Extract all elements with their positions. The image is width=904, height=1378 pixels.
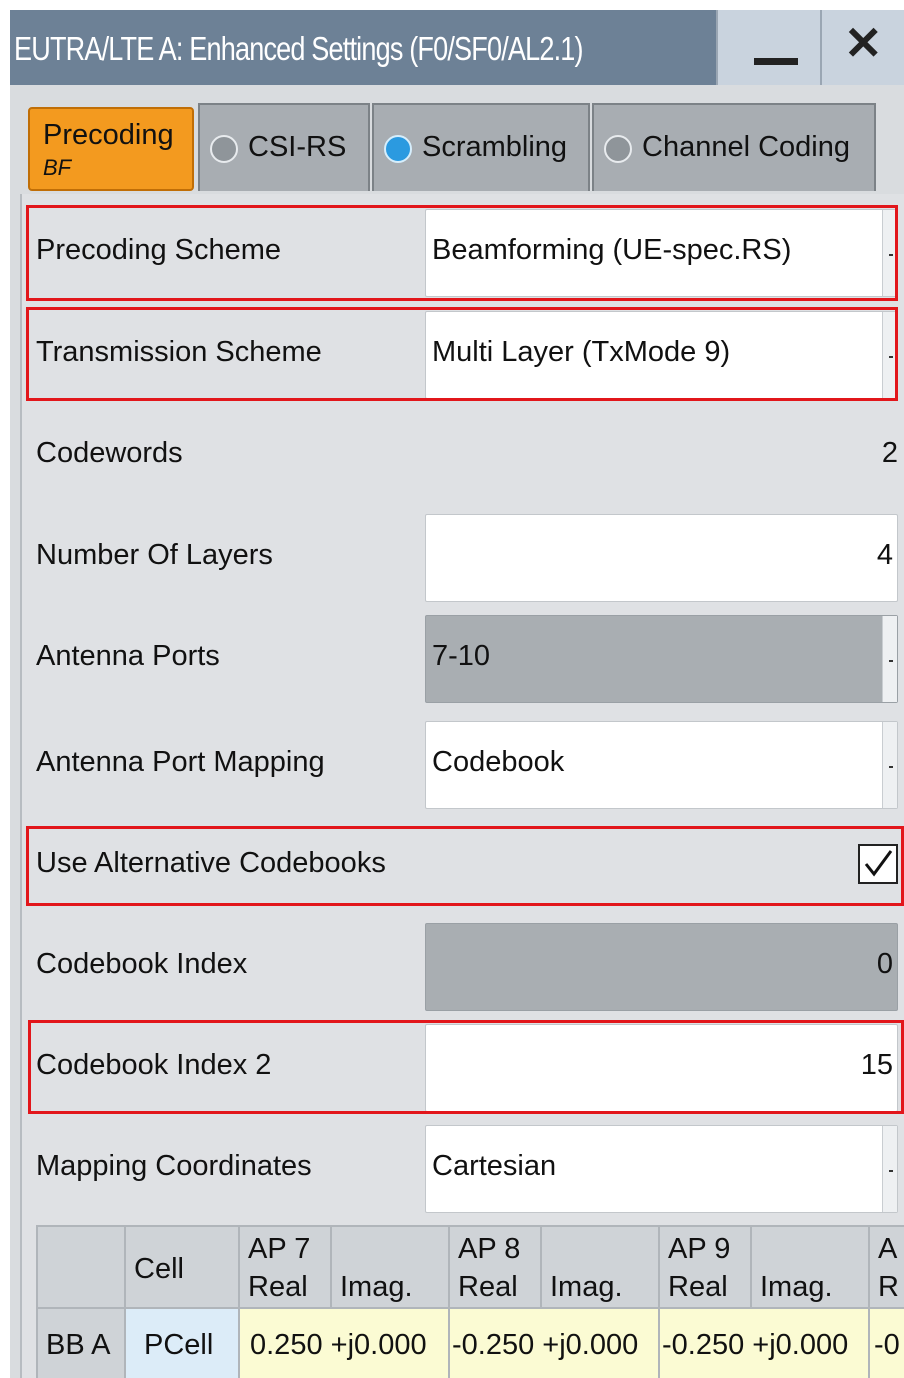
transmission-scheme-dropdown[interactable]: Multi Layer (TxMode 9)	[425, 311, 898, 399]
tab-channel-coding[interactable]: Channel Coding	[592, 103, 876, 191]
tab-scrambling-label: Scrambling	[422, 131, 568, 163]
checkmark-icon	[864, 850, 893, 877]
mapping-coordinates-label: Mapping Coordinates	[36, 1150, 312, 1182]
tab-precoding-label: Precoding	[43, 119, 174, 151]
radio-on-icon	[384, 135, 412, 163]
minimize-button[interactable]	[716, 10, 820, 85]
column-header-ap9-imag: Imag.	[752, 1225, 870, 1309]
codebook-index-input: 0	[425, 923, 898, 1011]
dropdown-arrow-icon	[882, 1126, 897, 1212]
codebook-index-label: Codebook Index	[36, 948, 248, 980]
tab-precoding[interactable]: Precoding BF	[28, 107, 194, 191]
tab-channel-coding-label: Channel Coding	[642, 131, 850, 163]
table-cell-ap9[interactable]: -0.250 +j0.000	[660, 1309, 870, 1378]
antenna-ports-value: 7-10	[432, 640, 491, 672]
dropdown-arrow-icon	[882, 616, 897, 702]
transmission-scheme-value: Multi Layer (TxMode 9)	[432, 336, 731, 368]
number-of-layers-input[interactable]: 4	[425, 514, 898, 602]
tab-csi-rs[interactable]: CSI-RS	[198, 103, 370, 191]
radio-off-icon	[210, 135, 238, 163]
codebook-index-2-value: 15	[860, 1049, 893, 1081]
tab-scrambling[interactable]: Scrambling	[372, 103, 590, 191]
antenna-port-mapping-dropdown[interactable]: Codebook	[425, 721, 898, 809]
codewords-label: Codewords	[36, 437, 183, 469]
column-header-cell: Cell	[126, 1225, 240, 1309]
column-header-ap8-real: AP 8 Real	[450, 1225, 542, 1309]
tab-csi-rs-label: CSI-RS	[248, 131, 347, 163]
dropdown-arrow-icon	[882, 722, 897, 808]
minimize-icon	[754, 58, 798, 65]
antenna-port-mapping-label: Antenna Port Mapping	[36, 746, 325, 778]
antenna-ports-label: Antenna Ports	[36, 640, 220, 672]
tab-precoding-sublabel: BF	[43, 155, 72, 180]
table-corner	[36, 1225, 126, 1309]
table-cell-ap10-partial[interactable]: -0	[870, 1309, 904, 1378]
window-title: EUTRA/LTE A: Enhanced Settings (F0/SF0/A…	[14, 30, 584, 67]
column-header-ap9-real: AP 9 Real	[660, 1225, 752, 1309]
column-header-ap10-partial: A R	[870, 1225, 904, 1309]
table-cell-ap8[interactable]: -0.250 +j0.000	[450, 1309, 660, 1378]
mapping-coordinates-value: Cartesian	[432, 1150, 557, 1182]
table-cell-ap7[interactable]: 0.250 +j0.000	[240, 1309, 450, 1378]
dropdown-arrow-icon	[882, 312, 897, 398]
precoding-scheme-label: Precoding Scheme	[36, 234, 282, 266]
window-title-bar: EUTRA/LTE A: Enhanced Settings (F0/SF0/A…	[10, 10, 904, 85]
transmission-scheme-label: Transmission Scheme	[36, 336, 322, 368]
use-alternative-codebooks-checkbox[interactable]	[858, 844, 898, 884]
dropdown-arrow-icon	[882, 210, 897, 296]
antenna-port-mapping-value: Codebook	[432, 746, 565, 778]
antenna-ports-dropdown: 7-10	[425, 615, 898, 703]
close-icon: ✕	[844, 17, 883, 69]
precoding-scheme-value: Beamforming (UE-spec.RS)	[432, 234, 792, 266]
column-header-ap7-imag: Imag.	[332, 1225, 450, 1309]
mapping-coordinates-dropdown[interactable]: Cartesian	[425, 1125, 898, 1213]
codebook-index-2-input[interactable]: 15	[425, 1024, 898, 1112]
use-alternative-codebooks-label: Use Alternative Codebooks	[36, 847, 386, 879]
number-of-layers-label: Number Of Layers	[36, 539, 273, 571]
codebook-index-2-label: Codebook Index 2	[36, 1049, 272, 1081]
row-header-bb-a: BB A	[36, 1309, 126, 1378]
table-cell-cell[interactable]: PCell	[126, 1309, 240, 1378]
number-of-layers-value: 4	[876, 539, 893, 571]
precoding-scheme-dropdown[interactable]: Beamforming (UE-spec.RS)	[425, 209, 898, 297]
column-header-ap7-real: AP 7 Real	[240, 1225, 332, 1309]
column-header-ap8-imag: Imag.	[542, 1225, 660, 1309]
close-button[interactable]: ✕	[820, 10, 904, 85]
codewords-value: 2	[881, 437, 898, 469]
codebook-index-value: 0	[876, 948, 893, 980]
radio-off-icon	[604, 135, 632, 163]
